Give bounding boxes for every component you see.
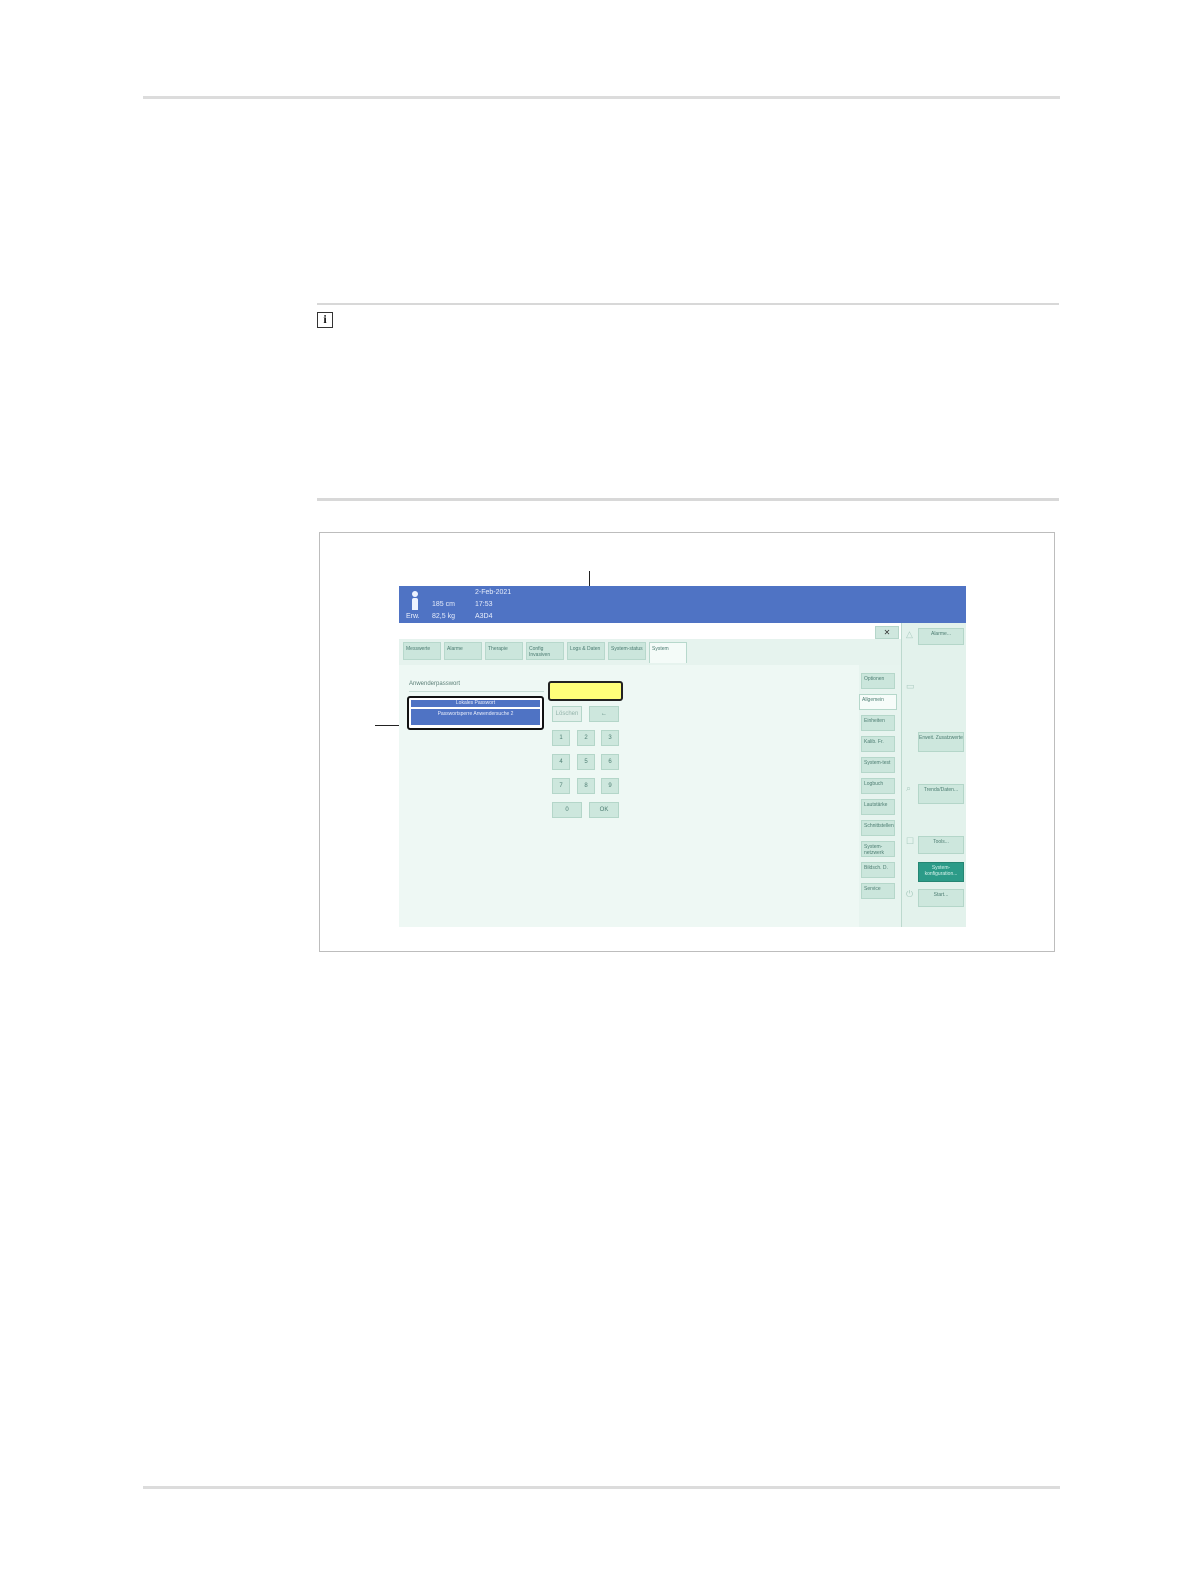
ok-button[interactable]: OK — [589, 802, 619, 818]
power-icon: ⏻ — [906, 889, 914, 899]
title-bar — [399, 623, 901, 639]
header-weight: 82,5 kg — [432, 613, 455, 620]
system-configuration-button[interactable]: System-konfiguration... — [918, 862, 964, 882]
key-5[interactable]: 5 — [577, 754, 595, 770]
side-tab-optionen[interactable]: Optionen — [861, 673, 895, 689]
side-tab-einheiten[interactable]: Einheiten — [861, 715, 895, 731]
side-tab-kalib[interactable]: Kalib. Fr. — [861, 736, 895, 752]
tab-messwerte[interactable]: Messwerte — [403, 642, 441, 660]
side-tab-service[interactable]: Service — [861, 883, 895, 899]
header-date: 2-Feb-2021 — [475, 589, 512, 596]
key-6[interactable]: 6 — [601, 754, 619, 770]
magnifier-icon: ⌕ — [906, 783, 912, 793]
key-0[interactable]: 0 — [552, 802, 582, 818]
side-tab-column: Optionen Allgemein Einheiten Kalib. Fr. … — [859, 665, 901, 927]
right-button-panel: △ Alarme... ▭ Erweit. Zusatzwerte ⌕ Tren… — [901, 623, 966, 927]
header-height: 185 cm — [432, 601, 455, 608]
alarms-button[interactable]: Alarme... — [918, 628, 964, 645]
patient-header: 2-Feb-2021 185 cm 17:53 Erw. 82,5 kg A3D… — [399, 586, 966, 623]
side-tab-bildschirm[interactable]: Bildsch. D. — [861, 862, 895, 878]
section-divider — [409, 691, 544, 692]
side-tab-lautstaerke[interactable]: Lautstärke — [861, 799, 895, 815]
start-button[interactable]: Start... — [918, 889, 964, 907]
key-1[interactable]: 1 — [552, 730, 570, 746]
side-tab-allgemein[interactable]: Allgemein — [859, 694, 897, 710]
password-input[interactable] — [548, 681, 623, 701]
header-patient-type: Erw. — [406, 613, 420, 620]
device-screen: 2-Feb-2021 185 cm 17:53 Erw. 82,5 kg A3D… — [399, 586, 966, 927]
tab-system[interactable]: System — [649, 642, 687, 663]
note-bottom-rule — [317, 498, 1059, 501]
tools-button[interactable]: Tools... — [918, 836, 964, 854]
key-3[interactable]: 3 — [601, 730, 619, 746]
side-tab-logbuch[interactable]: Logbuch — [861, 778, 895, 794]
tab-system-status[interactable]: System-status — [608, 642, 646, 660]
content-panel: Anwenderpasswort Lokales Passwort Passwo… — [399, 665, 860, 927]
bell-icon: △ — [906, 629, 913, 639]
tab-config[interactable]: Config Invasiven — [526, 642, 564, 660]
adult-patient-icon — [411, 591, 418, 610]
trends-button[interactable]: Trends/Daten... — [918, 784, 964, 804]
tab-bar: Messwerte Alarme Therapie Config Invasiv… — [399, 639, 901, 665]
window-icon: ▭ — [906, 681, 915, 691]
side-tab-systemnetzwerk[interactable]: System-netzwerk — [861, 841, 895, 857]
page-footer-rule — [143, 1486, 1060, 1489]
password-list: Lokales Passwort Passwortsperre Anwender… — [407, 696, 544, 730]
info-icon: i — [317, 312, 333, 328]
backspace-button[interactable]: ← — [589, 706, 619, 722]
page-header-rule — [143, 96, 1060, 99]
tools-icon: ☐ — [906, 836, 915, 846]
side-tab-systemtest[interactable]: System-test — [861, 757, 895, 773]
list-item[interactable]: Lokales Passwort — [411, 700, 540, 707]
tab-therapie[interactable]: Therapie — [485, 642, 523, 660]
tab-logs[interactable]: Logs & Daten — [567, 642, 605, 660]
close-button[interactable]: ✕ — [875, 626, 899, 639]
note-top-rule — [317, 303, 1059, 305]
key-9[interactable]: 9 — [601, 778, 619, 794]
side-tab-schnittstellen[interactable]: Schnittstellen — [861, 820, 895, 836]
key-2[interactable]: 2 — [577, 730, 595, 746]
delete-button[interactable]: Löschen — [552, 706, 582, 722]
header-patient-id: A3D4 — [475, 613, 493, 620]
list-item[interactable]: Passwortsperre Anwendersuche 2 — [411, 709, 540, 725]
key-8[interactable]: 8 — [577, 778, 595, 794]
section-title: Anwenderpasswort — [409, 681, 461, 687]
extended-values-button[interactable]: Erweit. Zusatzwerte — [918, 732, 964, 752]
key-7[interactable]: 7 — [552, 778, 570, 794]
key-4[interactable]: 4 — [552, 754, 570, 770]
header-time: 17:53 — [475, 601, 493, 608]
tab-alarme[interactable]: Alarme — [444, 642, 482, 660]
